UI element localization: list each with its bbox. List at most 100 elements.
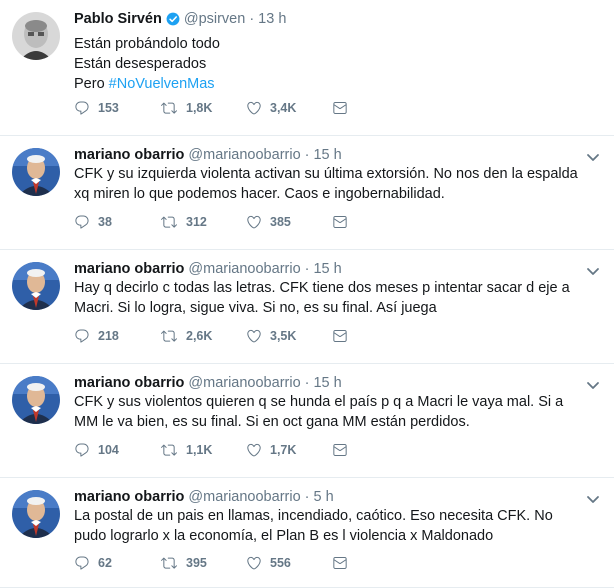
timestamp[interactable]: 5 h <box>313 489 333 505</box>
avatar[interactable] <box>12 148 60 196</box>
tweet-text-line: Están desesperados <box>74 54 220 74</box>
separator-dot: · <box>304 261 310 277</box>
tweet[interactable]: mariano obarrio @marianoobarrio · 15 h CFK y… <box>0 364 614 478</box>
avatar[interactable] <box>12 376 60 424</box>
tweet-header: mariano obarrio @marianoobarrio · 15 h <box>74 147 342 163</box>
retweet-count: 395 <box>186 556 207 570</box>
caret-down-icon[interactable] <box>586 492 600 503</box>
reply-icon <box>74 214 98 230</box>
hashtag-link[interactable]: #NoVuelvenMas <box>109 76 215 92</box>
retweet-button[interactable]: 312 <box>160 214 246 230</box>
like-button[interactable]: 1,7K <box>246 442 332 458</box>
retweet-count: 1,1K <box>186 443 213 457</box>
tweet-text-content: Hay q decirlo c todas las letras. CFK ti… <box>74 280 570 296</box>
timestamp[interactable]: 15 h <box>313 375 341 391</box>
tweet-actions: 153 1,8K 3,4K <box>74 100 356 116</box>
tweet-text-content: La postal de un pais en llamas, incendia… <box>74 508 553 524</box>
retweet-button[interactable]: 395 <box>160 555 246 571</box>
author-handle[interactable]: @marianoobarrio <box>188 261 300 277</box>
like-count: 3,4K <box>270 101 297 115</box>
retweet-count: 312 <box>186 215 207 229</box>
tweet-text-line: CFK y sus violentos quieren q se hunda e… <box>74 392 563 412</box>
author-name[interactable]: Pablo Sirvén <box>74 11 162 27</box>
tweet-text-line: Hay q decirlo c todas las letras. CFK ti… <box>74 278 570 298</box>
avatar[interactable] <box>12 262 60 310</box>
direct-message-icon <box>332 214 356 230</box>
author-name[interactable]: mariano obarrio <box>74 147 184 163</box>
tweet[interactable]: Pablo Sirvén @psirven · 13 h Están probándol… <box>0 0 614 136</box>
separator-dot: · <box>304 375 310 391</box>
tweet-text: CFK y su izquierda violenta activan su ú… <box>74 164 578 204</box>
timestamp[interactable]: 13 h <box>258 11 286 27</box>
reply-button[interactable]: 218 <box>74 328 160 344</box>
reply-icon <box>74 442 98 458</box>
retweet-button[interactable]: 1,8K <box>160 100 246 116</box>
tweet-feed: Pablo Sirvén @psirven · 13 h Están probándol… <box>0 0 614 588</box>
direct-message-button[interactable] <box>332 100 356 116</box>
tweet-text: CFK y sus violentos quieren q se hunda e… <box>74 392 563 432</box>
retweet-icon <box>160 214 186 230</box>
like-count: 3,5K <box>270 329 297 343</box>
direct-message-icon <box>332 100 356 116</box>
like-icon <box>246 442 270 458</box>
tweet-header: Pablo Sirvén @psirven · 13 h <box>74 11 286 27</box>
retweet-icon <box>160 442 186 458</box>
direct-message-button[interactable] <box>332 328 356 344</box>
like-button[interactable]: 3,4K <box>246 100 332 116</box>
reply-count: 104 <box>98 443 119 457</box>
retweet-icon <box>160 555 186 571</box>
tweet-text-content: MM le va bien, es su final. Si en oct ga… <box>74 414 470 430</box>
direct-message-button[interactable] <box>332 214 356 230</box>
like-count: 385 <box>270 215 291 229</box>
retweet-button[interactable]: 2,6K <box>160 328 246 344</box>
direct-message-icon <box>332 328 356 344</box>
timestamp[interactable]: 15 h <box>313 147 341 163</box>
separator-dot: · <box>249 11 255 27</box>
like-button[interactable]: 385 <box>246 214 332 230</box>
tweet[interactable]: mariano obarrio @marianoobarrio · 5 h La pos… <box>0 478 614 588</box>
author-name[interactable]: mariano obarrio <box>74 261 184 277</box>
like-button[interactable]: 556 <box>246 555 332 571</box>
tweet-text-line: La postal de un pais en llamas, incendia… <box>74 506 553 526</box>
tweet[interactable]: mariano obarrio @marianoobarrio · 15 h CFK y… <box>0 136 614 250</box>
reply-count: 62 <box>98 556 112 570</box>
direct-message-icon <box>332 442 356 458</box>
direct-message-button[interactable] <box>332 442 356 458</box>
tweet-text-content: Macri. Si lo logra, sigue viva. Si no, e… <box>74 300 437 316</box>
direct-message-button[interactable] <box>332 555 356 571</box>
timestamp[interactable]: 15 h <box>313 261 341 277</box>
tweet-text-content: xq miren lo que podemos hacer. Caos e in… <box>74 186 445 202</box>
caret-down-icon[interactable] <box>586 378 600 389</box>
like-button[interactable]: 3,5K <box>246 328 332 344</box>
tweet-header: mariano obarrio @marianoobarrio · 15 h <box>74 375 342 391</box>
retweet-button[interactable]: 1,1K <box>160 442 246 458</box>
author-name[interactable]: mariano obarrio <box>74 489 184 505</box>
avatar[interactable] <box>12 490 60 538</box>
tweet-text-line: CFK y su izquierda violenta activan su ú… <box>74 164 578 184</box>
tweet-text: Están probándolo todo Están desesperados P… <box>74 34 220 94</box>
retweet-icon <box>160 100 186 116</box>
direct-message-icon <box>332 555 356 571</box>
like-icon <box>246 555 270 571</box>
reply-icon <box>74 328 98 344</box>
reply-button[interactable]: 153 <box>74 100 160 116</box>
author-handle[interactable]: @psirven <box>184 11 245 27</box>
author-handle[interactable]: @marianoobarrio <box>188 375 300 391</box>
reply-button[interactable]: 62 <box>74 555 160 571</box>
caret-down-icon[interactable] <box>586 264 600 275</box>
avatar[interactable] <box>12 12 60 60</box>
tweet-text: Hay q decirlo c todas las letras. CFK ti… <box>74 278 570 318</box>
author-name[interactable]: mariano obarrio <box>74 375 184 391</box>
caret-down-icon[interactable] <box>586 150 600 161</box>
tweet-text-content: CFK y sus violentos quieren q se hunda e… <box>74 394 564 410</box>
like-count: 1,7K <box>270 443 297 457</box>
tweet-actions: 62 395 556 <box>74 555 356 571</box>
tweet[interactable]: mariano obarrio @marianoobarrio · 15 h Hay q… <box>0 250 614 364</box>
reply-button[interactable]: 104 <box>74 442 160 458</box>
verified-badge-icon <box>166 12 180 26</box>
author-handle[interactable]: @marianoobarrio <box>188 489 300 505</box>
author-handle[interactable]: @marianoobarrio <box>188 147 300 163</box>
reply-icon <box>74 555 98 571</box>
reply-button[interactable]: 38 <box>74 214 160 230</box>
tweet-actions: 218 2,6K 3,5K <box>74 328 356 344</box>
